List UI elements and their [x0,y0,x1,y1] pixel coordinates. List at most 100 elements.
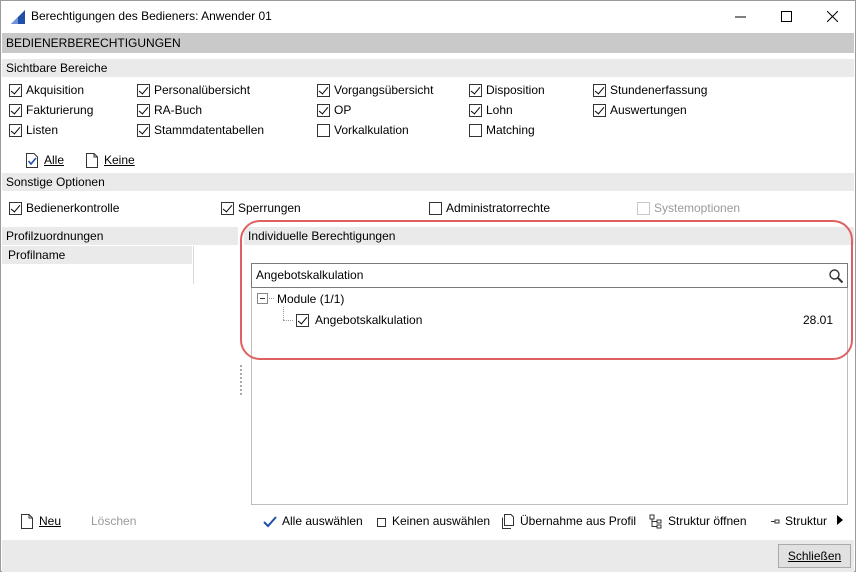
checkbox-vorkalkulation[interactable]: Vorkalkulation [317,122,409,138]
checkbox-label: Lohn [486,103,513,117]
close-button[interactable]: Schließen [778,544,851,568]
tree-connector [283,307,284,320]
new-profile-button[interactable]: Neu [20,513,61,529]
select-all-label: Alle auswählen [282,514,363,528]
checkbox-box [137,103,150,117]
document-check-icon [26,152,38,168]
select-all-label: Alle [44,153,65,167]
search-icon[interactable] [828,268,844,284]
new-document-icon [21,513,33,529]
select-none-permissions-button[interactable]: Keinen auswählen [377,513,490,529]
open-structure-button[interactable]: Struktur öffnen [649,513,747,529]
checkmark-icon [263,515,277,527]
section-profile-assignments: Profilzuordnungen [2,227,238,245]
checkbox-label: Stundenerfassung [610,83,708,97]
checkbox-box [9,123,22,137]
close-button-label: Schließen [787,549,842,563]
document-icon [86,152,98,168]
close-window-button[interactable] [809,1,855,31]
checkbox-matching[interactable]: Matching [469,122,535,138]
select-all-areas-button[interactable]: Alle [25,152,64,168]
title-bar: Berechtigungen des Bedieners: Anwender 0… [1,1,855,32]
permission-search-input[interactable]: Angebotskalkulation [251,263,848,288]
empty-box-icon [377,517,386,527]
column-header-profilname[interactable]: Profilname [2,246,192,264]
checkbox-label: Bedienerkontrolle [26,201,120,215]
app-logo-icon [11,10,25,24]
checkbox-box [296,313,309,327]
search-value: Angebotskalkulation [256,268,364,282]
section-individual-permissions: Individuelle Berechtigungen [244,227,854,245]
checkbox-box [593,83,606,97]
take-profile-label: Übernahme aus Profil [520,514,637,528]
checkbox-label: Vorkalkulation [334,123,409,137]
toolbar-overflow-arrow-icon[interactable] [836,514,844,526]
checkbox-label: Systemoptionen [654,201,741,215]
checkbox-box [593,103,606,117]
checkbox-box [469,103,482,117]
checkbox-box [469,123,482,137]
tree-collapse-icon [771,519,780,523]
checkbox-label: Akquisition [26,83,85,97]
tree-expand-icon [649,514,662,528]
section-visible-areas: Sichtbare Bereiche [2,59,854,77]
new-label: Neu [39,514,62,528]
checkbox-fakturierung[interactable]: Fakturierung [9,102,93,118]
permissions-window: Berechtigungen des Bedieners: Anwender 0… [0,0,856,572]
window-title: Berechtigungen des Bedieners: Anwender 0… [31,9,272,23]
checkbox-lohn[interactable]: Lohn [469,102,513,118]
select-all-permissions-button[interactable]: Alle auswählen [263,513,363,529]
checkbox-bedienerkontrolle[interactable]: Bedienerkontrolle [9,200,119,216]
checkbox-personaluebersicht[interactable]: Personalübersicht [137,82,250,98]
checkbox-label: Administratorrechte [446,201,551,215]
checkbox-stundenerfassung[interactable]: Stundenerfassung [593,82,707,98]
tree-node-modules[interactable]: Module (1/1) [277,292,344,306]
select-none-label: Keinen auswählen [392,514,491,528]
checkbox-label: Disposition [486,83,545,97]
checkbox-label: OP [334,103,352,117]
checkbox-box [429,201,442,215]
checkbox-box [317,123,330,137]
checkbox-akquisition[interactable]: Akquisition [9,82,84,98]
tree-item-angebotskalkulation[interactable]: Angebotskalkulation [296,312,422,328]
collapse-toggle[interactable] [257,293,268,304]
checkbox-op[interactable]: OP [317,102,351,118]
delete-label: Löschen [91,514,137,528]
page-title: BEDIENERBERECHTIGUNGEN [2,33,854,53]
checkbox-label: Listen [26,123,59,137]
maximize-button[interactable] [763,1,809,31]
delete-profile-button: Löschen [91,513,136,529]
checkbox-label: Fakturierung [26,103,94,117]
tree-item-label: Angebotskalkulation [315,313,423,327]
checkbox-label: RA-Buch [154,103,203,117]
take-from-profile-button[interactable]: Übernahme aus Profil [501,513,636,529]
close-structure-button[interactable]: Struktur [770,513,833,529]
section-other-options: Sonstige Optionen [2,173,854,191]
checkbox-box [9,201,22,215]
checkbox-box [137,123,150,137]
minimize-button[interactable] [717,1,763,31]
open-structure-label: Struktur öffnen [668,514,747,528]
checkbox-box [221,201,234,215]
checkbox-label: Stammdatentabellen [154,123,265,137]
checkbox-box [469,83,482,97]
checkbox-listen[interactable]: Listen [9,122,58,138]
checkbox-auswertungen[interactable]: Auswertungen [593,102,687,118]
checkbox-sperrungen[interactable]: Sperrungen [221,200,301,216]
checkbox-disposition[interactable]: Disposition [469,82,545,98]
grid-header-filler [193,246,238,284]
tree-item-number: 28.01 [803,313,834,327]
checkbox-systemoptionen: Systemoptionen [637,200,740,216]
splitter-handle[interactable] [239,363,243,399]
tree-connector [269,298,274,299]
checkbox-vorgangsuebersicht[interactable]: Vorgangsübersicht [317,82,433,98]
profile-list[interactable]: Profilname [2,246,238,536]
checkbox-box [317,83,330,97]
checkbox-box [137,83,150,97]
checkbox-administratorrechte[interactable]: Administratorrechte [429,200,550,216]
checkbox-box [317,103,330,117]
checkbox-ra-buch[interactable]: RA-Buch [137,102,202,118]
checkbox-stammdatentabellen[interactable]: Stammdatentabellen [137,122,264,138]
close-structure-label: Struktur [785,514,828,528]
select-none-areas-button[interactable]: Keine [85,152,135,168]
